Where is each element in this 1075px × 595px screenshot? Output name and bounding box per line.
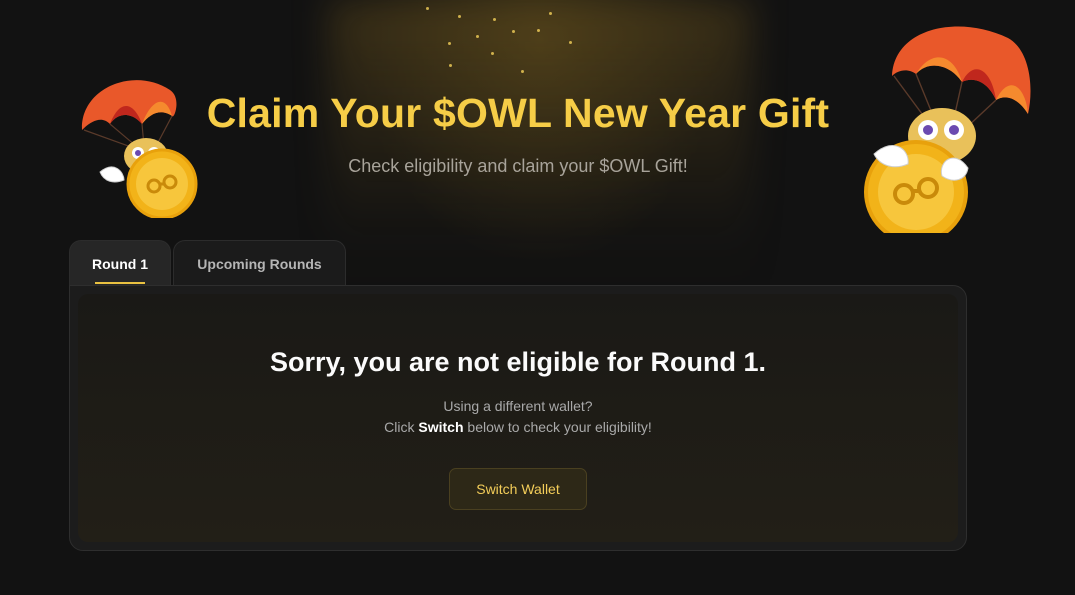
note-line-2: Click Switch below to check your eligibi… — [78, 417, 958, 438]
sparkle — [491, 52, 494, 55]
sparkle — [521, 70, 524, 73]
switch-wallet-button[interactable]: Switch Wallet — [449, 468, 587, 510]
note-prefix: Click — [384, 419, 419, 435]
tab-upcoming-rounds[interactable]: Upcoming Rounds — [173, 240, 346, 286]
sparkle — [569, 41, 572, 44]
sparkle — [512, 30, 515, 33]
eligibility-panel-content: Sorry, you are not eligible for Round 1.… — [78, 294, 958, 542]
tab-label: Upcoming Rounds — [197, 255, 322, 272]
sparkle — [549, 12, 552, 15]
sparkle — [458, 15, 461, 18]
page-title: Claim Your $OWL New Year Gift — [206, 90, 830, 136]
sparkle — [493, 18, 496, 21]
light-beam — [330, 0, 750, 300]
eligibility-headline: Sorry, you are not eligible for Round 1. — [269, 347, 767, 377]
sparkle — [476, 35, 479, 38]
sparkle — [448, 42, 451, 45]
note-bold-switch: Switch — [418, 419, 464, 435]
tab-label: Round 1 — [92, 255, 148, 272]
page: Claim Your $OWL New Year Gift Check elig… — [0, 0, 1075, 595]
eligibility-panel: Sorry, you are not eligible for Round 1.… — [69, 285, 967, 551]
tab-round-1[interactable]: Round 1 — [69, 240, 171, 286]
round-tabs: Round 1 Upcoming Rounds — [69, 240, 346, 286]
sparkle — [537, 29, 540, 32]
page-subtitle: Check eligibility and claim your $OWL Gi… — [348, 156, 688, 176]
note-line-1: Using a different wallet? — [443, 398, 593, 414]
note-suffix: below to check your eligibility! — [463, 419, 652, 435]
active-tab-indicator — [95, 282, 145, 284]
eligibility-note: Using a different wallet? Click Switch b… — [78, 396, 958, 438]
sparkle — [449, 64, 452, 67]
sparkle — [426, 7, 429, 10]
